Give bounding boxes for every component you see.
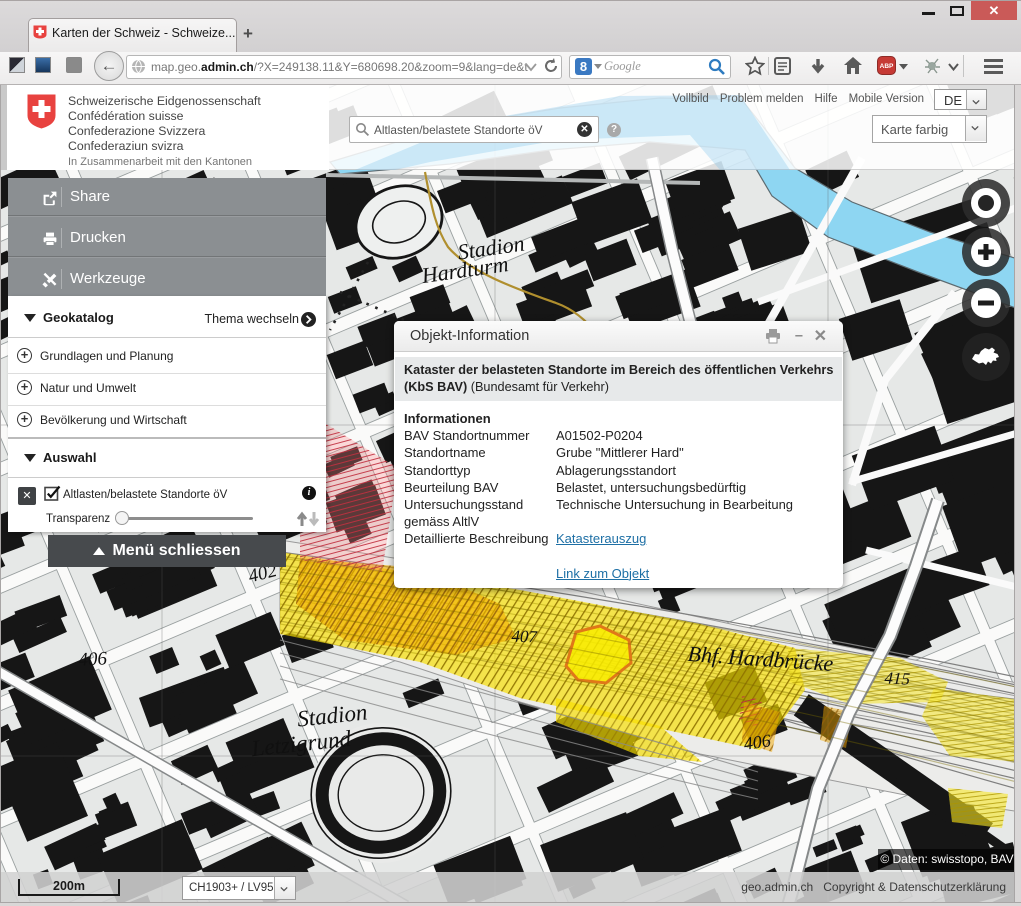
svg-text:406: 406 (742, 730, 772, 754)
svg-text:407: 407 (511, 627, 539, 647)
svg-text:406: 406 (78, 648, 108, 670)
svg-text:200m: 200m (53, 879, 85, 893)
svg-text:415: 415 (884, 668, 910, 688)
